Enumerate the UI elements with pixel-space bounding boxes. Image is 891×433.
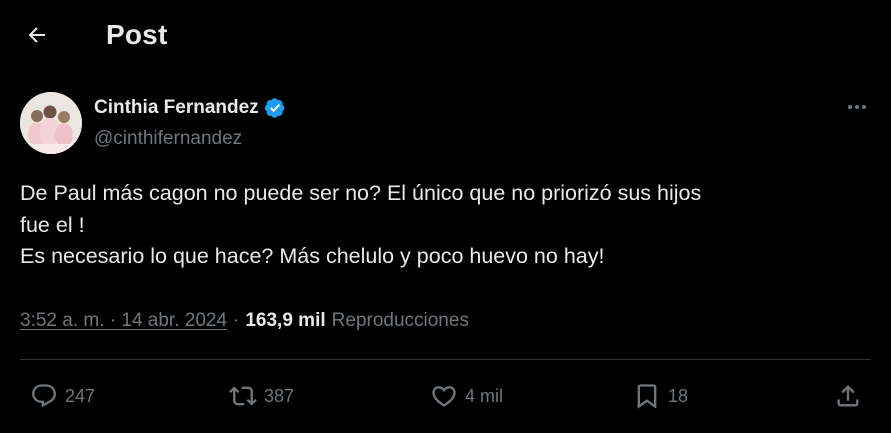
post-text-line: De Paul más cagon no puede ser no? El ún… — [20, 181, 702, 205]
bookmark-count: 18 — [668, 385, 689, 406]
post-timestamp-link[interactable]: 3:52 a. m. · 14 abr. 2024 — [20, 310, 227, 332]
top-bar: Post — [0, 0, 891, 74]
heart-icon — [432, 386, 456, 407]
action-bar: 247 387 4 mil 18 — [0, 360, 891, 433]
post-meta: 3:52 a. m. · 14 abr. 2024 · 163,9 mil Re… — [20, 310, 469, 332]
post-text-line: fue el ! — [20, 212, 85, 237]
reply-bubble-icon — [32, 384, 56, 408]
repost-icon — [229, 386, 257, 406]
meta-separator: · — [233, 310, 240, 331]
author-name-row: Cinthia Fernandez — [94, 97, 286, 119]
repost-count: 387 — [264, 385, 295, 406]
views-count: 163,9 mil — [245, 310, 326, 331]
back-button[interactable] — [18, 16, 56, 54]
arrow-left-icon — [28, 27, 45, 43]
post-article: Cinthia Fernandez @cinthifernandez De Pa… — [0, 74, 891, 433]
bookmark-button[interactable]: 18 — [633, 382, 688, 410]
avatar-photo — [20, 92, 82, 154]
verified-badge-icon — [264, 97, 286, 119]
like-button[interactable]: 4 mil — [430, 382, 503, 410]
reply-count: 247 — [65, 385, 96, 406]
bookmark-icon — [637, 384, 657, 409]
author-handle[interactable]: @cinthifernandez — [94, 128, 242, 150]
reply-button[interactable]: 247 — [30, 382, 95, 410]
avatar[interactable] — [20, 92, 82, 154]
more-horizontal-icon — [848, 105, 866, 109]
views-label: Reproducciones — [331, 310, 469, 331]
share-button[interactable] — [834, 382, 862, 410]
repost-button[interactable]: 387 — [229, 382, 294, 410]
author-display-name[interactable]: Cinthia Fernandez — [94, 97, 259, 119]
more-options-button[interactable] — [842, 94, 872, 120]
share-icon — [837, 385, 859, 407]
post-text: De Paul más cagon no puede ser no? El ún… — [20, 178, 870, 273]
like-count: 4 mil — [465, 385, 504, 406]
post-text-line: Es necesario lo que hace? Más chelulo y … — [20, 244, 605, 268]
page-title: Post — [106, 19, 168, 50]
